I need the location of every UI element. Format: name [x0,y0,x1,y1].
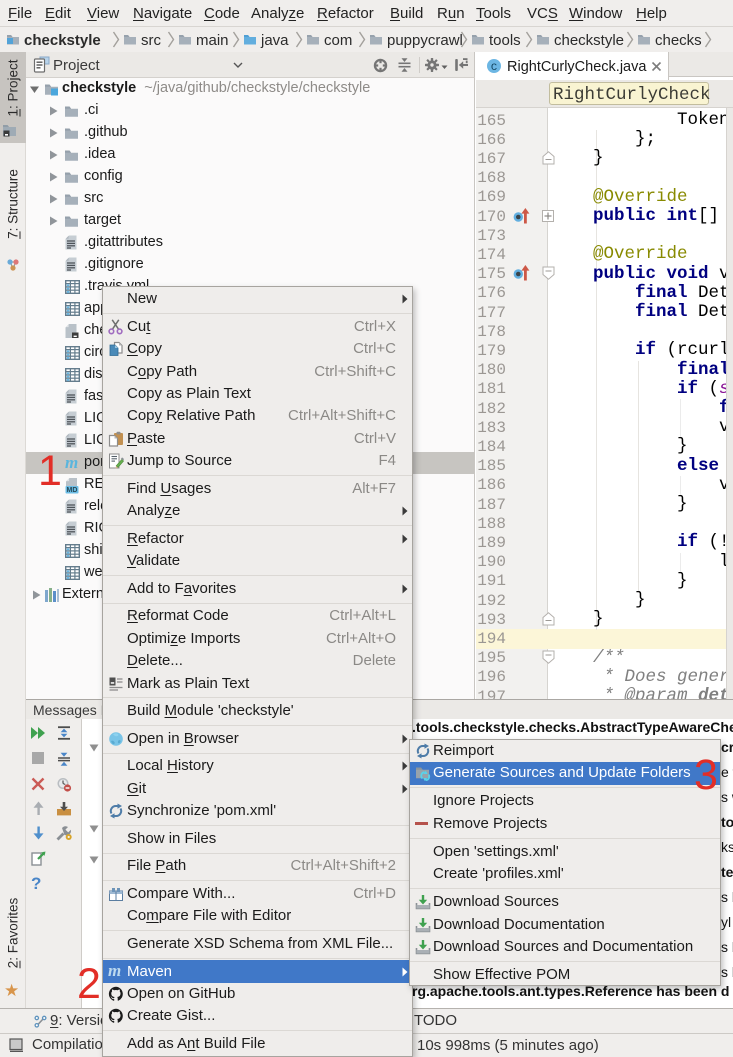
svg-text:C: C [491,62,497,74]
svg-text:MD: MD [67,487,78,494]
